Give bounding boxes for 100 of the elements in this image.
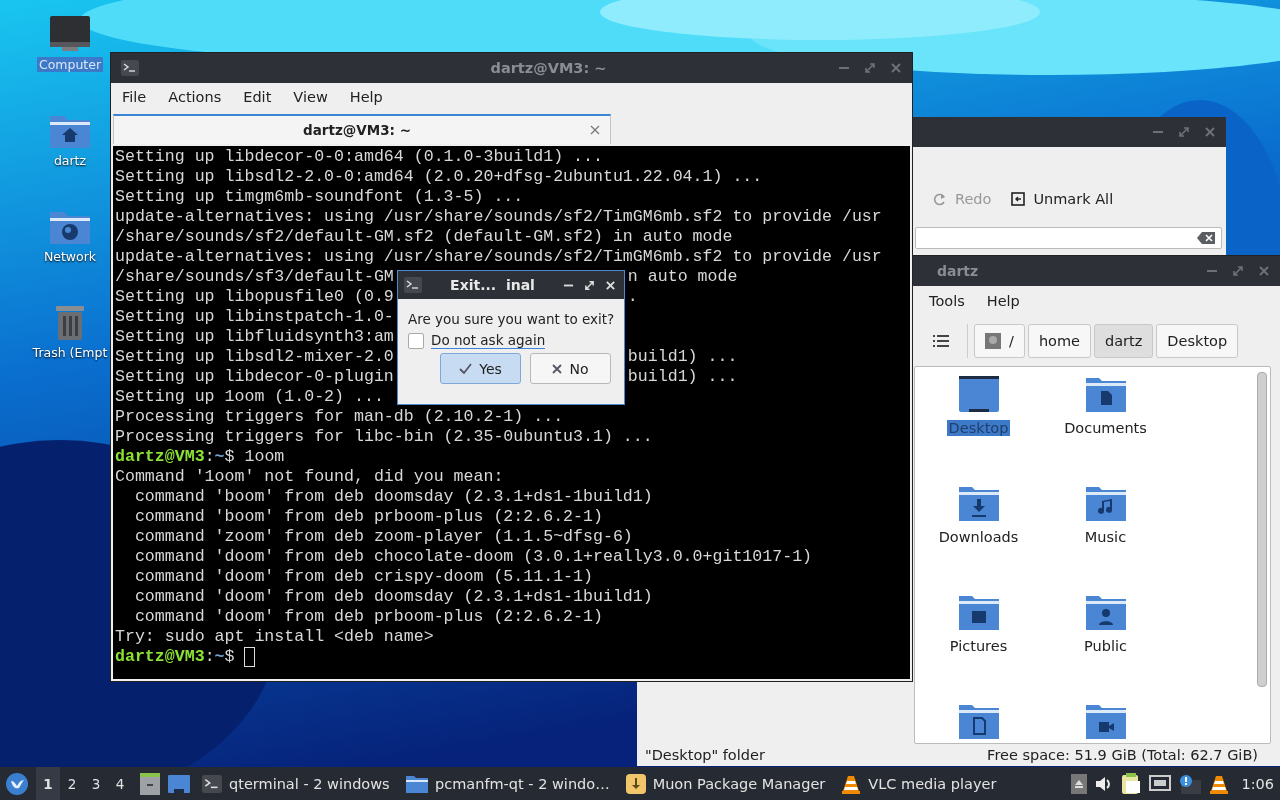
terminal-line: command 'doom' from deb prboom-plus (2:2.6.2-1) <box>133 607 603 627</box>
file-label[interactable]: Documents <box>1062 420 1149 436</box>
terminal-line: command 'doom' from deb chocolate-doom (3.0.1+really3.0.0+git1017-1) <box>133 547 813 567</box>
path-button[interactable]: home <box>1027 324 1091 358</box>
workspace-button[interactable]: 2 <box>60 767 84 800</box>
path-button[interactable]: dartz <box>1094 324 1154 358</box>
desktop-folder-icon[interactable] <box>958 376 999 414</box>
taskbar-button[interactable]: pcmanfm-qt - 2 windo… <box>402 768 614 799</box>
menu-item[interactable]: File <box>111 89 158 105</box>
command-text: 1oom <box>244 447 285 467</box>
menu-item[interactable]: Actions <box>157 89 233 105</box>
terminal-line: Setting up libinstpatch-1.0- <box>115 307 394 327</box>
clipboard-icon[interactable] <box>1121 772 1142 795</box>
clear-icon[interactable] <box>1197 232 1215 244</box>
terminal-line: Setting up libdecor-0-plugin <box>115 367 394 387</box>
tab[interactable]: dartz@VM3: ~ <box>113 114 611 144</box>
file-label[interactable]: Public <box>1082 638 1129 654</box>
file-cabinet-icon[interactable] <box>140 772 160 795</box>
prompt-symbol: $ <box>224 447 235 467</box>
folder-icon[interactable] <box>1085 703 1126 741</box>
file-label[interactable]: Pictures <box>947 638 1010 654</box>
monitor-icon[interactable] <box>48 14 92 54</box>
prompt-separator: : <box>204 447 215 467</box>
dialog-message: Are you sure you want to exit? <box>408 311 616 327</box>
file-label[interactable]: Music <box>1082 529 1129 545</box>
terminal-line: command 'doom' from deb doomsday (2.3.1+ds1-1build1) <box>133 587 653 607</box>
terminal-icon <box>404 277 422 293</box>
terminal-line: build1) ... <box>627 347 738 367</box>
workspace-button[interactable]: 4 <box>108 767 132 800</box>
redo-icon <box>933 192 947 206</box>
terminal-line: command 'boom' from deb doomsday (2.3.1+ds1-1build1) <box>133 487 653 507</box>
checkmark-icon <box>459 363 473 374</box>
terminal-line: build1) ... <box>627 367 738 387</box>
prompt-symbol: $ <box>224 647 235 667</box>
terminal-line: Command '1oom' not found, did you mean: <box>115 467 504 487</box>
terminal-line: Setting up libopusfile0 (0.9 <box>115 287 394 307</box>
menu-item[interactable]: Tools <box>929 293 965 309</box>
prompt-path: ~ <box>214 647 225 667</box>
folder-icon <box>406 774 428 793</box>
unmark-icon <box>1011 192 1026 206</box>
terminal-line: Processing triggers for libc-bin (2.35-0ubuntu3.1) ... <box>115 427 653 447</box>
menu-item[interactable]: Edit <box>232 89 283 105</box>
folder-icon[interactable] <box>1085 376 1126 414</box>
cross-icon <box>552 363 563 374</box>
checkbox-label[interactable]: Do not ask again <box>431 332 546 349</box>
dialog-title: Exit... inal <box>449 277 536 293</box>
menu-item[interactable]: View <box>282 89 339 105</box>
terminal-line: Processing triggers for man-db (2.10.2-1) ... <box>115 407 564 427</box>
terminal-screen[interactable] <box>113 146 910 679</box>
folder-icon[interactable] <box>958 485 999 523</box>
traffic-cone-icon <box>841 773 862 794</box>
taskbar-button[interactable]: VLC media player <box>837 768 1034 799</box>
window-title: dartz@VM3: ~ <box>489 60 608 76</box>
search-field[interactable] <box>915 227 1222 249</box>
folder-icon[interactable] <box>958 594 999 632</box>
terminal-icon <box>121 60 139 76</box>
desktop-icon[interactable] <box>168 774 190 793</box>
clock: 1:06 <box>1240 775 1274 792</box>
workspace-button[interactable]: 1 <box>36 767 60 800</box>
download-box-icon <box>625 773 646 794</box>
prompt-path: ~ <box>214 447 225 467</box>
desktop-icon-label[interactable]: Network <box>41 249 99 264</box>
prompt-user: dartz@VM3 <box>115 447 205 467</box>
file-label[interactable]: Downloads <box>936 529 1021 545</box>
notification-icon[interactable] <box>1179 773 1202 794</box>
folder-icon[interactable] <box>958 703 999 741</box>
desktop-icon-label[interactable]: Trash (Empt <box>30 345 110 360</box>
no-button[interactable]: No <box>530 353 611 384</box>
eject-icon[interactable] <box>1071 773 1088 794</box>
folder-icon[interactable] <box>1085 485 1126 523</box>
folder-icon[interactable] <box>1085 594 1126 632</box>
terminal-line: Setting up libsdl2-mixer-2.0 <box>115 347 394 367</box>
status-text: "Desktop" folder <box>645 747 765 763</box>
terminal-line: update-alternatives: using /usr/share/sounds/sf2/TimGM6mb.sf2 to provide /usr <box>115 247 882 267</box>
terminal-line: . <box>627 287 638 307</box>
terminal-line: Setting up libsdl2-2.0-0:amd64 (2.0.20+dfsg-2ubuntu1.22.04.1) ... <box>115 167 763 187</box>
terminal-line: Try: sudo apt install <deb name> <box>115 627 434 647</box>
checkbox[interactable] <box>408 332 424 349</box>
terminal-icon <box>202 774 222 793</box>
taskbar-button[interactable]: Muon Package Manager <box>621 768 830 799</box>
taskbar-button[interactable]: qterminal - 2 windows <box>198 768 394 799</box>
workspace-button[interactable]: 3 <box>84 767 108 800</box>
desktop-icon-label[interactable]: Computer <box>36 57 104 72</box>
menu-item[interactable]: Help <box>338 89 394 105</box>
menu-item[interactable]: Help <box>986 293 1020 309</box>
terminal-line: Setting up 1oom (1.0-2) ... <box>115 387 384 407</box>
prompt-user: dartz@VM3 <box>115 647 205 667</box>
yes-button[interactable]: Yes <box>440 353 521 384</box>
list-icon[interactable] <box>933 335 949 347</box>
terminal-line: command 'boom' from deb prboom-plus (2:2.6.2-1) <box>133 507 603 527</box>
terminal-line: Setting up timgm6mb-soundfont (1.3-5) ... <box>115 187 524 207</box>
terminal-line: /share/sounds/sf3/default-GM <box>115 267 394 287</box>
terminal-line: /share/sounds/sf2/default-GM.sf2 (default-GM.sf2) in auto mode <box>115 227 733 247</box>
scrollbar[interactable] <box>1257 372 1267 687</box>
path-button[interactable]: / <box>974 324 1025 358</box>
window-title: dartz <box>937 263 979 279</box>
path-button[interactable]: Desktop <box>1156 324 1239 358</box>
terminal-line: Setting up libdecor-0-0:amd64 (0.1.0-3build1) ... <box>115 147 603 167</box>
terminal-line: command 'zoom' from deb zoom-player (1.1.5~dfsg-6) <box>133 527 633 547</box>
unmark-all-button[interactable]: Unmark All <box>1011 188 1114 210</box>
